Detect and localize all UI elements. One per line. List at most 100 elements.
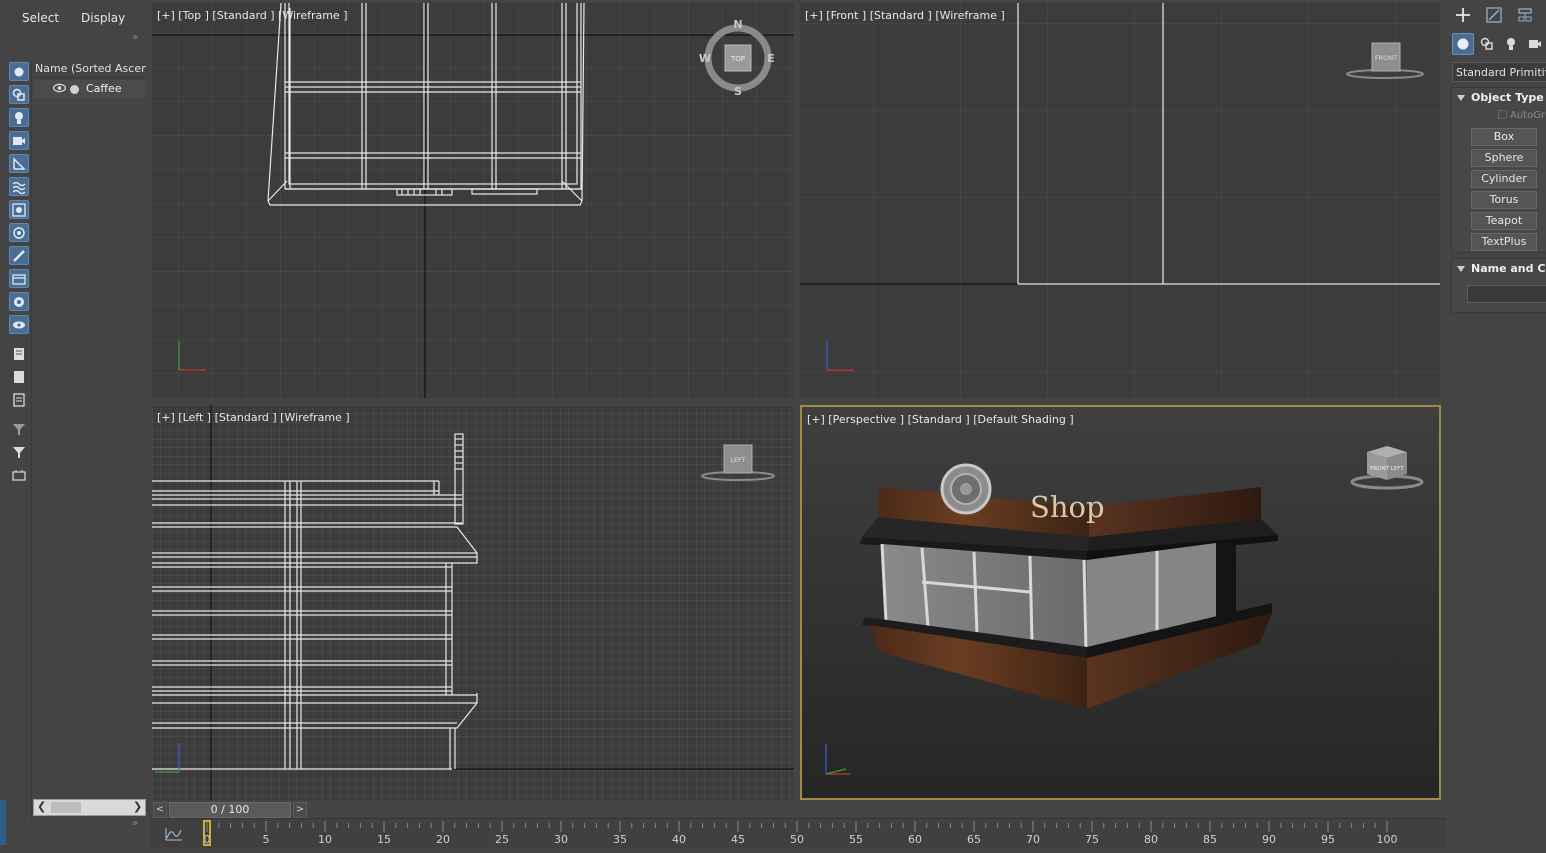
filter-cameras-icon[interactable] [9,131,29,150]
viewcube-front-icon[interactable]: FRONT [1342,38,1428,83]
filter-helpers-icon[interactable] [9,154,29,173]
timeline-ruler: 0 5 10 15 20 25 30 35 40 45 50 55 60 65 70 75 80 85 90 95 10… [203,820,1398,846]
filter-lights-icon[interactable] [9,108,29,127]
scene-object-list: Name (Sorted Ascending) Caffee [33,60,146,798]
geometry-category-icon[interactable] [1452,33,1474,55]
prev-frame-button[interactable]: < [153,802,167,818]
viewcube-face-label: TOP [730,55,745,63]
time-slider[interactable]: < 0 / 100 > [153,801,309,819]
name-color-rollout: Name and Color [1451,258,1546,313]
compass-west: W [699,52,711,65]
list-item-label: Caffee [86,82,122,95]
hierarchy-tab-icon[interactable] [1511,4,1539,26]
display-all-icon[interactable] [9,344,29,363]
timeline-tick-label: 85 [1203,833,1217,846]
frame-counter[interactable]: 0 / 100 [169,802,291,818]
timeline-tick-label: 65 [967,833,981,846]
command-panel-tabs [1449,4,1546,28]
cylinder-button[interactable]: Cylinder [1471,170,1537,188]
textplus-button[interactable]: TextPlus [1471,233,1537,251]
explorer-dock-strip [0,800,6,845]
menu-display[interactable]: Display [67,6,133,30]
timeline-track[interactable]: 0 5 10 15 20 25 30 35 40 45 50 55 60 65 70 75 80 85 90 95 10… [150,818,1446,848]
viewport-front-label[interactable]: [+] [Front ] [Standard ] [Wireframe ] [805,9,1005,22]
horizontal-scrollbar[interactable]: ❮ ❯ [33,799,146,816]
filter-funnel-icon[interactable] [9,442,29,461]
shapes-category-icon[interactable] [1476,33,1498,55]
checkbox-icon [1498,110,1507,119]
scroll-right-icon[interactable]: ❯ [133,800,142,813]
next-frame-button[interactable]: > [293,802,307,818]
autogrid-checkbox[interactable]: AutoGrid [1498,110,1546,121]
filter-bones-icon[interactable] [9,246,29,265]
filter-geometry-icon[interactable] [9,62,29,81]
box-button[interactable]: Box [1471,128,1537,146]
perspective-scene: Shop [825,463,1278,775]
timeline-tick-label: 30 [554,833,568,846]
viewcube-left-icon[interactable]: LEFT [698,440,778,485]
viewcube-compass-icon[interactable]: TOP N E S W [698,18,778,98]
object-type-title[interactable]: Object Type [1457,91,1544,104]
timeline-tick-label: 40 [672,833,686,846]
timeline-tick-label: 55 [849,833,863,846]
create-category-bar [1449,33,1546,55]
timeline-tick-label: 45 [731,833,745,846]
create-tab-plus-icon[interactable] [1449,4,1477,26]
expand-toolbar-icon[interactable]: » [132,32,138,43]
primitive-category-dropdown[interactable]: Standard Primitives [1452,62,1546,82]
filter-xrefs-icon[interactable] [9,223,29,242]
timeline-tick-label: 10 [318,833,332,846]
filter-groups-icon[interactable] [9,200,29,219]
viewcube-face-label: FRONT [1375,54,1397,62]
teapot-button[interactable]: Teapot [1471,212,1537,230]
torus-button[interactable]: Torus [1471,191,1537,209]
viewport-left-label[interactable]: [+] [Left ] [Standard ] [Wireframe ] [157,411,350,424]
filter-frozen-icon[interactable] [9,292,29,311]
compass-east: E [767,52,775,65]
object-name-input[interactable] [1467,285,1546,303]
lights-category-icon[interactable] [1500,33,1522,55]
list-item[interactable]: Caffee [33,80,146,98]
viewcube-face-label: FRONT LEFT [1370,466,1404,472]
axis-tripod-icon [825,744,850,775]
timeline-tick-label: 80 [1144,833,1158,846]
filter-settings-icon[interactable] [9,419,29,438]
compass-south: S [734,85,742,98]
viewport-top[interactable]: [+] [Top ] [Standard ] [Wireframe ] TOP … [152,3,794,398]
explorer-filter-toolbar [6,60,32,820]
filter-shapes-icon[interactable] [9,85,29,104]
modify-tab-icon[interactable] [1480,4,1508,26]
visibility-eye-icon[interactable] [52,83,67,96]
viewport-top-label[interactable]: [+] [Top ] [Standard ] [Wireframe ] [157,9,348,22]
viewport-left[interactable]: [+] [Left ] [Standard ] [Wireframe ] LEF… [152,405,794,800]
display-invert-icon[interactable] [9,390,29,409]
object-geometry-icon[interactable] [70,85,79,94]
scroll-left-icon[interactable]: ❮ [37,800,46,813]
timeline-tick-label: 100 [1377,833,1398,846]
timeline-tick-label: 50 [790,833,804,846]
timeline-tick-label: 25 [495,833,509,846]
rollout-collapse-icon [1457,95,1465,101]
explorer-menu: Select Display [8,6,133,30]
filter-hidden-icon[interactable] [9,315,29,334]
shop-model[interactable]: Shop [860,463,1278,709]
viewport-perspective-label[interactable]: [+] [Perspective ] [Standard ] [Default … [807,413,1074,426]
scroll-thumb[interactable] [51,802,81,813]
viewcube-perspective-icon[interactable]: FRONT LEFT [1347,440,1427,492]
scene-explorer: Select Display » Name (Sorted Ascen Caff… [0,0,150,853]
timeline-tick-label: 15 [377,833,391,846]
viewport-perspective[interactable]: Shop [+] [Perspective ] [Standard ] [Def… [800,405,1441,800]
cameras-category-icon[interactable] [1524,33,1546,55]
layer-manager-icon[interactable] [9,465,29,484]
viewport-front[interactable]: [+] [Front ] [Standard ] [Wireframe ] FR… [800,3,1440,398]
filter-spacewarps-icon[interactable] [9,177,29,196]
menu-select[interactable]: Select [8,6,67,30]
shop-sign-text: Shop [1030,490,1105,524]
timeline-tick-label: 5 [263,833,270,846]
name-color-title[interactable]: Name and Color [1457,262,1546,275]
column-header-name[interactable]: Name (Sorted Ascending) [33,60,146,78]
display-none-icon[interactable] [9,367,29,386]
filter-containers-icon[interactable] [9,269,29,288]
expand-more-icon[interactable]: » [132,818,138,829]
sphere-button[interactable]: Sphere [1471,149,1537,167]
